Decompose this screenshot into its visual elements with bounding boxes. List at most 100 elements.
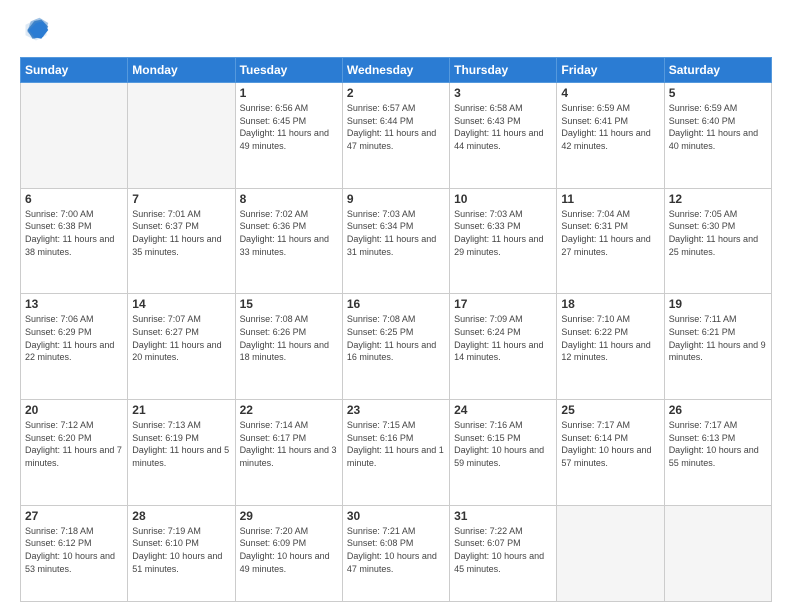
calendar-cell: 25 Sunrise: 7:17 AM Sunset: 6:14 PM Dayli… — [557, 400, 664, 506]
calendar-week-1: 1Sunrise: 6:56 AM Sunset: 6:45 PM Daylig… — [21, 83, 772, 189]
day-number: 28 — [132, 509, 230, 523]
calendar-cell — [664, 505, 771, 601]
day-detail: Sunrise: 6:56 AM Sunset: 6:45 PM Dayligh… — [240, 102, 338, 152]
day-number: 4 — [561, 86, 659, 100]
day-detail: Sunrise: 7:18 AM Sunset: 6:12 PM Dayligh… — [25, 525, 123, 575]
calendar-cell: 29 Sunrise: 7:20 AM Sunset: 6:09 PM Dayli… — [235, 505, 342, 601]
logo-icon — [22, 16, 50, 44]
calendar-table: SundayMondayTuesdayWednesdayThursdayFrid… — [20, 57, 772, 602]
day-detail: Sunrise: 7:05 AM Sunset: 6:30 PM Dayligh… — [669, 208, 767, 258]
day-number: 8 — [240, 192, 338, 206]
day-detail: Sunrise: 7:03 AM Sunset: 6:33 PM Dayligh… — [454, 208, 552, 258]
calendar-cell: 11 Sunrise: 7:04 AM Sunset: 6:31 PM Dayli… — [557, 188, 664, 294]
day-detail: Sunrise: 7:08 AM Sunset: 6:25 PM Dayligh… — [347, 313, 445, 363]
day-detail: Sunrise: 7:19 AM Sunset: 6:10 PM Dayligh… — [132, 525, 230, 575]
calendar-header-row: SundayMondayTuesdayWednesdayThursdayFrid… — [21, 58, 772, 83]
calendar-week-2: 6 Sunrise: 7:00 AM Sunset: 6:38 PM Daylig… — [21, 188, 772, 294]
calendar-cell: 27 Sunrise: 7:18 AM Sunset: 6:12 PM Dayli… — [21, 505, 128, 601]
day-number: 21 — [132, 403, 230, 417]
calendar-week-3: 13 Sunrise: 7:06 AM Sunset: 6:29 PM Dayli… — [21, 294, 772, 400]
day-number: 10 — [454, 192, 552, 206]
day-detail: Sunrise: 7:21 AM Sunset: 6:08 PM Dayligh… — [347, 525, 445, 575]
calendar-cell: 5 Sunrise: 6:59 AM Sunset: 6:40 PM Daylig… — [664, 83, 771, 189]
day-number: 2 — [347, 86, 445, 100]
day-detail: Sunrise: 7:04 AM Sunset: 6:31 PM Dayligh… — [561, 208, 659, 258]
calendar-cell: 22Sunrise: 7:14 AM Sunset: 6:17 PM Dayli… — [235, 400, 342, 506]
weekday-header-tuesday: Tuesday — [235, 58, 342, 83]
day-number: 5 — [669, 86, 767, 100]
calendar-cell — [557, 505, 664, 601]
day-number: 27 — [25, 509, 123, 523]
day-detail: Sunrise: 6:59 AM Sunset: 6:41 PM Dayligh… — [561, 102, 659, 152]
day-number: 13 — [25, 297, 123, 311]
day-detail: Sunrise: 6:59 AM Sunset: 6:40 PM Dayligh… — [669, 102, 767, 152]
weekday-header-wednesday: Wednesday — [342, 58, 449, 83]
calendar-cell: 9Sunrise: 7:03 AM Sunset: 6:34 PM Daylig… — [342, 188, 449, 294]
day-detail: Sunrise: 6:57 AM Sunset: 6:44 PM Dayligh… — [347, 102, 445, 152]
calendar-cell: 20 Sunrise: 7:12 AM Sunset: 6:20 PM Dayli… — [21, 400, 128, 506]
day-number: 23 — [347, 403, 445, 417]
calendar-cell: 13 Sunrise: 7:06 AM Sunset: 6:29 PM Dayli… — [21, 294, 128, 400]
day-detail: Sunrise: 7:08 AM Sunset: 6:26 PM Dayligh… — [240, 313, 338, 363]
calendar-cell: 16 Sunrise: 7:08 AM Sunset: 6:25 PM Dayli… — [342, 294, 449, 400]
day-number: 11 — [561, 192, 659, 206]
calendar-cell: 1Sunrise: 6:56 AM Sunset: 6:45 PM Daylig… — [235, 83, 342, 189]
calendar-cell: 4 Sunrise: 6:59 AM Sunset: 6:41 PM Daylig… — [557, 83, 664, 189]
calendar-cell: 15 Sunrise: 7:08 AM Sunset: 6:26 PM Dayli… — [235, 294, 342, 400]
calendar-cell: 26 Sunrise: 7:17 AM Sunset: 6:13 PM Dayli… — [664, 400, 771, 506]
day-detail: Sunrise: 6:58 AM Sunset: 6:43 PM Dayligh… — [454, 102, 552, 152]
day-number: 20 — [25, 403, 123, 417]
day-number: 24 — [454, 403, 552, 417]
day-number: 12 — [669, 192, 767, 206]
weekday-header-saturday: Saturday — [664, 58, 771, 83]
day-number: 30 — [347, 509, 445, 523]
calendar-cell: 23 Sunrise: 7:15 AM Sunset: 6:16 PM Dayli… — [342, 400, 449, 506]
calendar-cell: 14 Sunrise: 7:07 AM Sunset: 6:27 PM Dayli… — [128, 294, 235, 400]
day-number: 26 — [669, 403, 767, 417]
day-detail: Sunrise: 7:00 AM Sunset: 6:38 PM Dayligh… — [25, 208, 123, 258]
calendar-week-5: 27 Sunrise: 7:18 AM Sunset: 6:12 PM Dayli… — [21, 505, 772, 601]
weekday-header-sunday: Sunday — [21, 58, 128, 83]
day-detail: Sunrise: 7:01 AM Sunset: 6:37 PM Dayligh… — [132, 208, 230, 258]
day-number: 15 — [240, 297, 338, 311]
day-detail: Sunrise: 7:17 AM Sunset: 6:14 PM Dayligh… — [561, 419, 659, 469]
day-number: 18 — [561, 297, 659, 311]
header — [20, 16, 772, 49]
day-detail: Sunrise: 7:16 AM Sunset: 6:15 PM Dayligh… — [454, 419, 552, 469]
weekday-header-friday: Friday — [557, 58, 664, 83]
day-number: 25 — [561, 403, 659, 417]
calendar-cell: 12 Sunrise: 7:05 AM Sunset: 6:30 PM Dayli… — [664, 188, 771, 294]
day-detail: Sunrise: 7:07 AM Sunset: 6:27 PM Dayligh… — [132, 313, 230, 363]
calendar-cell — [128, 83, 235, 189]
day-detail: Sunrise: 7:20 AM Sunset: 6:09 PM Dayligh… — [240, 525, 338, 575]
day-detail: Sunrise: 7:06 AM Sunset: 6:29 PM Dayligh… — [25, 313, 123, 363]
calendar-cell: 7 Sunrise: 7:01 AM Sunset: 6:37 PM Daylig… — [128, 188, 235, 294]
day-number: 16 — [347, 297, 445, 311]
calendar-cell: 8 Sunrise: 7:02 AM Sunset: 6:36 PM Daylig… — [235, 188, 342, 294]
calendar-cell: 19Sunrise: 7:11 AM Sunset: 6:21 PM Dayli… — [664, 294, 771, 400]
day-detail: Sunrise: 7:13 AM Sunset: 6:19 PM Dayligh… — [132, 419, 230, 469]
calendar-cell: 30 Sunrise: 7:21 AM Sunset: 6:08 PM Dayli… — [342, 505, 449, 601]
day-number: 14 — [132, 297, 230, 311]
day-number: 29 — [240, 509, 338, 523]
day-number: 7 — [132, 192, 230, 206]
day-number: 22 — [240, 403, 338, 417]
day-detail: Sunrise: 7:17 AM Sunset: 6:13 PM Dayligh… — [669, 419, 767, 469]
day-detail: Sunrise: 7:12 AM Sunset: 6:20 PM Dayligh… — [25, 419, 123, 469]
day-detail: Sunrise: 7:15 AM Sunset: 6:16 PM Dayligh… — [347, 419, 445, 469]
day-detail: Sunrise: 7:02 AM Sunset: 6:36 PM Dayligh… — [240, 208, 338, 258]
calendar-cell: 24 Sunrise: 7:16 AM Sunset: 6:15 PM Dayli… — [450, 400, 557, 506]
day-number: 6 — [25, 192, 123, 206]
day-number: 17 — [454, 297, 552, 311]
weekday-header-monday: Monday — [128, 58, 235, 83]
page: SundayMondayTuesdayWednesdayThursdayFrid… — [0, 0, 792, 612]
calendar-cell: 3Sunrise: 6:58 AM Sunset: 6:43 PM Daylig… — [450, 83, 557, 189]
day-number: 31 — [454, 509, 552, 523]
day-detail: Sunrise: 7:22 AM Sunset: 6:07 PM Dayligh… — [454, 525, 552, 575]
weekday-header-thursday: Thursday — [450, 58, 557, 83]
day-detail: Sunrise: 7:03 AM Sunset: 6:34 PM Dayligh… — [347, 208, 445, 258]
calendar-cell: 10 Sunrise: 7:03 AM Sunset: 6:33 PM Dayli… — [450, 188, 557, 294]
calendar-cell: 17 Sunrise: 7:09 AM Sunset: 6:24 PM Dayli… — [450, 294, 557, 400]
calendar-week-4: 20 Sunrise: 7:12 AM Sunset: 6:20 PM Dayli… — [21, 400, 772, 506]
day-detail: Sunrise: 7:09 AM Sunset: 6:24 PM Dayligh… — [454, 313, 552, 363]
